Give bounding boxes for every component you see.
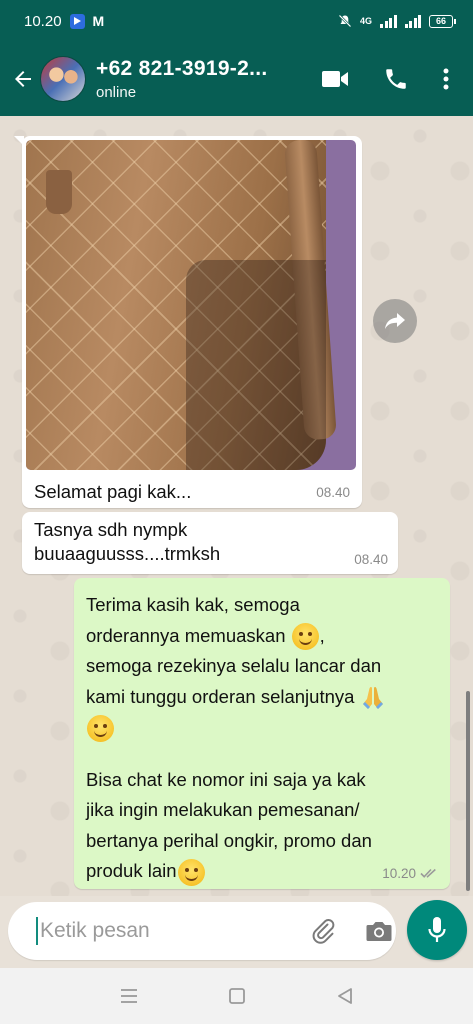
back-arrow-icon xyxy=(15,71,31,87)
message-text-span: orderannya memuaskan xyxy=(86,624,286,646)
message-time: 08.40 xyxy=(354,552,388,567)
smile-emoji-icon xyxy=(87,714,114,742)
video-call-icon[interactable] xyxy=(321,69,349,89)
photo-shadow xyxy=(186,260,326,470)
message-text-span: produk lain xyxy=(86,860,177,881)
chat-area[interactable]: Selamat pagi kak... 08.40 Tasnya sdh nym… xyxy=(0,116,473,896)
message-text-span: , xyxy=(319,624,325,646)
mute-bell-icon xyxy=(338,14,352,28)
contact-status: online xyxy=(96,84,137,101)
message-text-line: buuaaguusss....trmksh xyxy=(34,543,221,564)
message-composer xyxy=(8,902,396,960)
message-time: 10.20 xyxy=(382,866,416,881)
more-vert-icon[interactable] xyxy=(443,68,449,90)
play-app-icon xyxy=(69,13,85,29)
message-text-line: bertanya perihal ongkir, promo dan xyxy=(86,829,372,851)
header-actions xyxy=(321,66,473,92)
forward-button[interactable] xyxy=(373,299,417,343)
composer-actions xyxy=(311,918,393,944)
signal-icon xyxy=(380,14,397,28)
mic-icon xyxy=(428,917,446,942)
message-input[interactable] xyxy=(36,917,311,945)
status-left: 10.20 M xyxy=(24,13,104,30)
message-text-span: kami tunggu orderan selanjutnya xyxy=(86,685,355,707)
smile-emoji-icon xyxy=(177,858,205,886)
recents-nav-icon[interactable] xyxy=(120,988,138,1004)
phone-icon[interactable] xyxy=(383,66,409,92)
attach-icon[interactable] xyxy=(311,918,337,944)
contact-info[interactable]: +62 821-3919-2... online xyxy=(96,57,321,101)
forward-icon xyxy=(385,313,405,329)
message-photo[interactable] xyxy=(26,140,356,470)
read-ticks-icon xyxy=(420,868,436,878)
status-right: 4G 66 xyxy=(338,14,456,28)
message-text-line: Tasnya sdh nympk xyxy=(34,519,188,540)
system-nav-bar xyxy=(0,968,473,1024)
network-type: 4G xyxy=(359,16,372,26)
avatar[interactable] xyxy=(40,56,86,102)
smile-emoji-icon xyxy=(291,623,319,651)
incoming-text-message[interactable]: Tasnya sdh nympk buuaaguusss....trmksh 0… xyxy=(22,512,398,574)
chat-header: +62 821-3919-2... online xyxy=(0,42,473,116)
back-button[interactable] xyxy=(0,42,40,116)
voice-record-button[interactable] xyxy=(407,900,467,960)
battery-icon: 66 xyxy=(429,14,456,28)
message-text-line: semoga rezekinya selalu lancar dan xyxy=(86,655,382,676)
home-nav-icon[interactable] xyxy=(228,987,246,1005)
status-time: 10.20 xyxy=(24,12,62,30)
incoming-image-message[interactable]: Selamat pagi kak... 08.40 xyxy=(14,136,362,508)
contact-name: +62 821-3919-2... xyxy=(96,57,268,80)
bag-tassel xyxy=(46,170,72,214)
gmail-icon: M xyxy=(92,13,105,29)
folded-hands-emoji-icon xyxy=(362,686,383,709)
signal-icon-2 xyxy=(404,14,421,28)
message-emoji-line xyxy=(86,712,438,743)
message-text-line: Terima kasih kak, semoga xyxy=(86,594,300,615)
status-bar: 10.20 M 4G 66 xyxy=(0,0,473,42)
image-caption: Selamat pagi kak... xyxy=(34,481,192,502)
message-text-line: Bisa chat ke nomor ini saja ya kak xyxy=(86,768,366,790)
camera-icon[interactable] xyxy=(365,919,393,943)
message-text-line: jika ingin melakukan pemesanan/ xyxy=(86,799,360,820)
message-text-line: kami tunggu orderan selanjutnya xyxy=(86,682,438,713)
message-time: 08.40 xyxy=(316,485,350,500)
outgoing-text-message[interactable]: Terima kasih kak, semoga orderannya memu… xyxy=(74,578,450,889)
message-text-line: orderannya memuaskan , xyxy=(86,621,438,652)
back-nav-icon[interactable] xyxy=(336,987,354,1005)
scroll-indicator[interactable] xyxy=(466,691,470,891)
